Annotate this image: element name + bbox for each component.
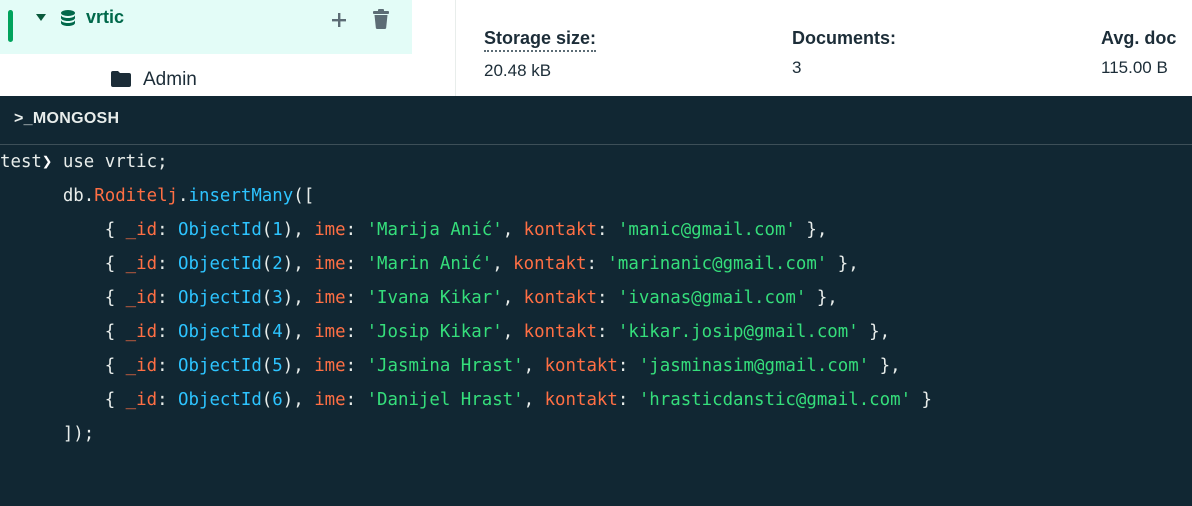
shell-output[interactable]: test❯ use vrtic; db.Roditelj.insertMany(… [0, 145, 1192, 451]
folder-icon [111, 71, 131, 87]
row-end: } [911, 390, 933, 410]
objectid-constructor: ObjectId [178, 322, 262, 342]
objectid-constructor: ObjectId [178, 390, 262, 410]
ime-value: 'Danijel Hrast' [366, 390, 524, 410]
document-row: { _id: ObjectId(6), ime: 'Danijel Hrast'… [104, 390, 933, 410]
trash-icon[interactable] [372, 9, 390, 29]
objectid-constructor: ObjectId [178, 220, 262, 240]
stat-label: Avg. doc [1101, 28, 1177, 48]
stat-avg-doc-size: Avg. doc 115.00 B [1101, 28, 1176, 78]
chevron-down-icon[interactable] [36, 14, 46, 21]
id-value: 1 [272, 220, 283, 240]
key-kontakt: kontakt [523, 220, 597, 240]
stat-documents: Documents: 3 [792, 28, 896, 78]
key-ime: ime [314, 288, 346, 308]
document-row: { _id: ObjectId(5), ime: 'Jasmina Hrast'… [104, 356, 901, 376]
db-token: db [62, 186, 84, 206]
sidebar-item-collection[interactable]: Admin [0, 54, 412, 96]
ime-value: 'Jasmina Hrast' [366, 356, 524, 376]
key-id: _id [125, 390, 158, 410]
kontakt-value: 'kikar.josip@gmail.com' [617, 322, 859, 342]
row-end: }, [827, 254, 859, 274]
document-row: { _id: ObjectId(3), ime: 'Ivana Kikar', … [104, 288, 838, 308]
key-kontakt: kontakt [523, 322, 597, 342]
document-row: { _id: ObjectId(2), ime: 'Marin Anić', k… [104, 254, 859, 274]
document-row: { _id: ObjectId(1), ime: 'Marija Anić', … [104, 220, 828, 240]
stat-storage-size: Storage size: 20.48 kB [484, 28, 597, 81]
id-value: 4 [272, 322, 283, 342]
kontakt-value: 'manic@gmail.com' [617, 220, 796, 240]
ime-value: 'Marin Anić' [366, 254, 493, 274]
id-value: 3 [272, 288, 283, 308]
document-rows: { _id: ObjectId(1), ime: 'Marija Anić', … [0, 213, 1192, 417]
collection-token: Roditelj [94, 186, 179, 206]
objectid-constructor: ObjectId [178, 254, 262, 274]
stat-label[interactable]: Storage size: [484, 28, 597, 52]
stat-value: 20.48 kB [484, 61, 552, 80]
row-end: }, [869, 356, 901, 376]
document-row: { _id: ObjectId(4), ime: 'Josip Kikar', … [104, 322, 891, 342]
ime-value: 'Josip Kikar' [366, 322, 503, 342]
code-line: db.Roditelj.insertMany([ [62, 186, 315, 206]
ime-value: 'Marija Anić' [366, 220, 503, 240]
command-text: use vrtic; [62, 152, 168, 172]
collection-stats: Storage size: 20.48 kB Documents: 3 Avg.… [455, 0, 1192, 96]
prompt-line: test❯ use vrtic; [0, 145, 1192, 179]
prompt-label: test [0, 152, 42, 172]
id-value: 2 [272, 254, 283, 274]
id-value: 5 [272, 356, 283, 376]
top-panel: vrtic Admin Storage size: 20.48 kB Docum… [0, 0, 1192, 96]
key-ime: ime [314, 220, 346, 240]
sidebar-item-database[interactable]: vrtic [0, 0, 412, 54]
objectid-constructor: ObjectId [178, 356, 262, 376]
key-ime: ime [314, 390, 346, 410]
database-icon [61, 10, 75, 26]
row-end: }, [795, 220, 828, 240]
collection-name: Admin [143, 69, 197, 90]
prompt-arrow-icon: ❯ [41, 152, 53, 172]
shell-title[interactable]: >_MONGOSH [14, 110, 119, 128]
key-ime: ime [314, 254, 346, 274]
key-id: _id [125, 322, 158, 342]
key-kontakt: kontakt [544, 356, 618, 376]
stat-label: Documents: [792, 28, 897, 48]
key-id: _id [125, 254, 158, 274]
code-line: ]); [0, 417, 1192, 451]
key-kontakt: kontakt [523, 288, 597, 308]
row-end: }, [806, 288, 838, 308]
objectid-constructor: ObjectId [178, 288, 262, 308]
kontakt-value: 'ivanas@gmail.com' [617, 288, 807, 308]
key-id: _id [125, 220, 158, 240]
open-bracket: ([ [293, 186, 315, 206]
stat-value: 115.00 B [1101, 58, 1168, 77]
kontakt-value: 'hrasticdanstic@gmail.com' [638, 390, 912, 410]
active-indicator [8, 10, 13, 42]
close-bracket: ]); [62, 424, 95, 444]
method-token: insertMany [188, 186, 294, 206]
row-end: }, [858, 322, 891, 342]
key-ime: ime [314, 322, 346, 342]
database-name: vrtic [86, 7, 125, 27]
key-id: _id [125, 288, 158, 308]
plus-icon[interactable] [331, 12, 347, 28]
key-id: _id [125, 356, 158, 376]
key-kontakt: kontakt [544, 390, 618, 410]
ime-value: 'Ivana Kikar' [366, 288, 503, 308]
shell-header[interactable]: >_MONGOSH [0, 96, 1192, 145]
key-kontakt: kontakt [513, 254, 587, 274]
kontakt-value: 'jasminasim@gmail.com' [638, 356, 870, 376]
mongosh-panel[interactable]: >_MONGOSH test❯ use vrtic; db.Roditelj.i… [0, 96, 1192, 506]
kontakt-value: 'marinanic@gmail.com' [607, 254, 828, 274]
sidebar: vrtic Admin [0, 0, 412, 96]
id-value: 6 [272, 390, 283, 410]
stat-value: 3 [792, 58, 802, 77]
key-ime: ime [314, 356, 346, 376]
